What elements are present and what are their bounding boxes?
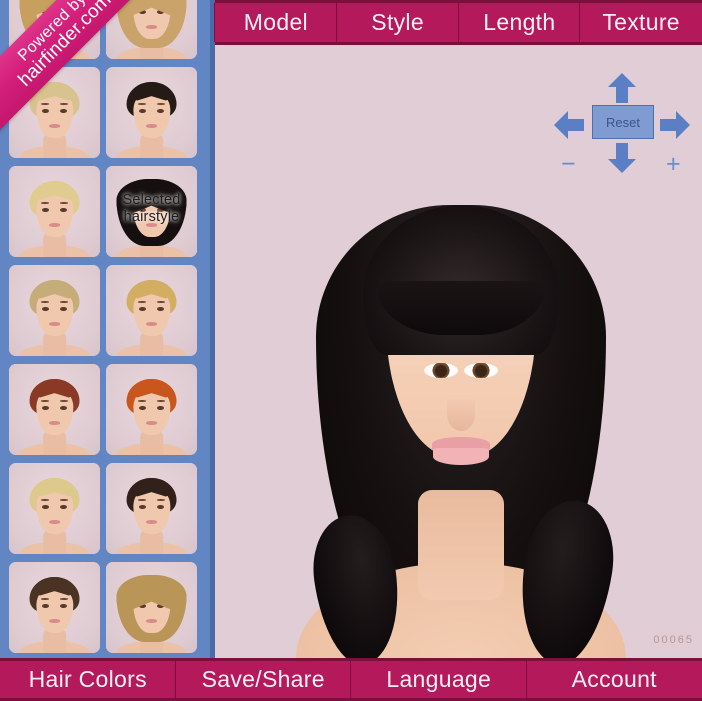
tab-texture[interactable]: Texture (580, 3, 702, 42)
tab-save-share[interactable]: Save/Share (175, 661, 351, 698)
thumbnail-portrait (9, 166, 100, 257)
thumbnail-portrait (106, 166, 197, 257)
hairstyle-sidebar[interactable]: Selected hairstyle (0, 0, 215, 662)
thumbnail-portrait (9, 67, 100, 158)
hairstyle-thumbnail[interactable] (9, 463, 100, 554)
tab-account[interactable]: Account (526, 661, 702, 698)
model-neck (418, 490, 504, 600)
thumbnail-portrait (106, 265, 197, 356)
pan-left-arrow-icon[interactable] (553, 110, 585, 140)
hairstyle-thumbnail[interactable]: Selected hairstyle (106, 166, 197, 257)
tab-length[interactable]: Length (458, 3, 581, 42)
thumbnail-portrait (106, 0, 197, 59)
top-navigation-bar: Model Style Length Texture (215, 0, 702, 45)
image-id-watermark: 00065 (653, 634, 694, 646)
hairstyle-thumbnail[interactable] (106, 265, 197, 356)
bottom-navigation-bar: Hair Colors Save/Share Language Account (0, 658, 702, 701)
thumbnail-portrait (9, 562, 100, 653)
hairstyle-thumbnail[interactable] (106, 364, 197, 455)
model-pupil-right (435, 365, 447, 377)
hairstyle-thumbnail[interactable] (9, 562, 100, 653)
reset-button[interactable]: Reset (592, 105, 654, 139)
thumbnail-portrait (106, 364, 197, 455)
hairstyler-app: Selected hairstyle Model Style Length Tex… (0, 0, 702, 701)
hairstyle-thumbnail[interactable] (9, 166, 100, 257)
hairstyle-thumbnail[interactable] (106, 0, 197, 59)
tab-model[interactable]: Model (215, 3, 337, 42)
thumbnail-portrait (9, 265, 100, 356)
tab-hair-colors[interactable]: Hair Colors (0, 661, 176, 698)
thumbnail-portrait (106, 67, 197, 158)
pan-zoom-controls: Reset − + (553, 72, 691, 177)
thumbnail-portrait (106, 463, 197, 554)
model-lower-lip (433, 448, 489, 465)
pan-up-arrow-icon[interactable] (607, 72, 637, 104)
thumbnail-portrait (9, 0, 100, 59)
hairstyle-thumbnail[interactable] (9, 364, 100, 455)
thumbnail-portrait (9, 364, 100, 455)
model-pupil-left (475, 365, 487, 377)
hairstyle-thumbnail-grid: Selected hairstyle (0, 0, 210, 662)
hairstyle-thumbnail[interactable] (106, 562, 197, 653)
hairstyle-thumbnail[interactable] (9, 265, 100, 356)
zoom-out-button[interactable]: − (561, 152, 576, 177)
hairstyle-thumbnail[interactable] (106, 463, 197, 554)
thumbnail-portrait (106, 562, 197, 653)
hairstyle-thumbnail[interactable] (9, 0, 100, 59)
pan-right-arrow-icon[interactable] (659, 110, 691, 140)
model-nose (447, 397, 475, 431)
tab-style[interactable]: Style (336, 3, 459, 42)
model-preview-stage[interactable]: Reset − + 00065 (220, 45, 702, 658)
zoom-in-button[interactable]: + (666, 152, 681, 177)
pan-down-arrow-icon[interactable] (607, 142, 637, 174)
tab-language[interactable]: Language (351, 661, 527, 698)
thumbnail-portrait (9, 463, 100, 554)
hairstyle-thumbnail[interactable] (9, 67, 100, 158)
hairstyle-thumbnail[interactable] (106, 67, 197, 158)
